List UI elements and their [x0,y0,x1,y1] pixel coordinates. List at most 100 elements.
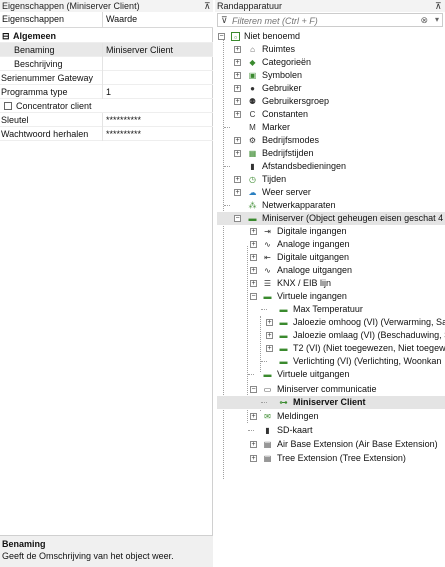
clock-icon: ◷ [249,175,256,184]
tree-node-operating-times[interactable]: + ▦ Bedrijfstijden [217,147,445,160]
tree-node-miniserver[interactable]: − ▬ Miniserver (Object geheugen eisen ge… [217,212,445,225]
gear-icon: ⚙ [248,136,257,145]
filter-dropdown-icon[interactable]: ▾ [435,15,439,24]
pin-icon[interactable]: ⊼ [435,0,442,12]
tree-node-marker[interactable]: M Marker [217,121,445,134]
property-group-general[interactable]: ⊟ Algemeen [0,29,213,43]
tree-node-air-base-extension[interactable]: + ▤ Air Base Extension (Air Base Extensi… [217,438,445,451]
expand-icon[interactable]: + [266,345,273,352]
tree-node-label: Bedrijfstijden [262,148,314,158]
property-value-name[interactable]: Miniserver Client [106,43,173,57]
column-header-value[interactable]: Waarde [106,14,137,24]
expand-icon[interactable]: + [250,441,257,448]
tree-node-knx[interactable]: + ☰ KNX / EIB lijn [217,277,445,290]
filter-icon: ⊽ [221,15,228,25]
tree-node-virtual-input-item[interactable]: + ▬ Jaloezie omlaag (VI) (Beschaduwing, … [217,329,445,342]
project-icon: ▫ [231,32,240,42]
property-row-serial-gateway[interactable]: Serienummer Gateway [0,71,213,85]
expand-icon[interactable]: + [234,46,241,53]
expand-icon[interactable]: + [250,254,257,261]
tree-node-analog-outputs[interactable]: + ∿ Analoge uitgangen [217,264,445,277]
property-value-repeat-password[interactable]: ********** [106,127,141,141]
clear-filter-icon[interactable]: ⊗ [420,15,428,26]
collapse-icon[interactable]: ⊟ [2,29,10,43]
tree-node-miniserver-communication[interactable]: − ▭ Miniserver communicatie [217,383,445,396]
expand-icon[interactable]: + [266,319,273,326]
miniserver-icon: ▬ [248,214,257,223]
tree-node-user[interactable]: + ● Gebruiker [217,82,445,95]
property-row-name[interactable]: Benaming Miniserver Client [0,43,213,57]
expand-icon[interactable]: + [234,189,241,196]
notification-icon: ✉ [264,412,271,421]
property-row-repeat-password[interactable]: Wachtwoord herhalen ********** [0,127,213,141]
tree-node-virtual-input-item[interactable]: + ▬ T2 (VI) (Niet toegewezen, Niet toege… [217,342,445,355]
expand-icon[interactable]: + [250,228,257,235]
tree-node-categories[interactable]: + ◆ Categorieën [217,56,445,69]
property-row-description[interactable]: Beschrijving [0,57,213,71]
tree-node-virtual-inputs[interactable]: − ▬ Virtuele ingangen [217,290,445,303]
concentrator-client-checkbox[interactable] [4,102,12,110]
tree-node-root[interactable]: − ▫ Niet benoemd [217,30,445,43]
expand-icon[interactable]: + [250,413,257,420]
expand-icon[interactable]: + [250,280,257,287]
tree-node-miniserver-client[interactable]: ⊶ Miniserver Client [217,396,445,409]
users-icon: ⚉ [248,97,257,106]
pin-icon[interactable]: ⊼ [204,0,211,12]
collapse-icon[interactable]: − [250,386,257,393]
expand-icon[interactable]: + [234,111,241,118]
tree-node-label: Digitale uitgangen [277,252,350,262]
tree-node-digital-inputs[interactable]: + ⇥ Digitale ingangen [217,225,445,238]
collapse-icon[interactable]: − [218,33,225,40]
virtual-item-icon: ▬ [279,318,288,327]
expand-icon[interactable]: + [234,150,241,157]
tree-node-sd-card[interactable]: ▮ SD-kaart [217,424,445,437]
tree-node-operating-modes[interactable]: + ⚙ Bedrijfsmodes [217,134,445,147]
tree-node-digital-outputs[interactable]: + ⇤ Digitale uitgangen [217,251,445,264]
property-value-program-type[interactable]: 1 [106,85,111,99]
expand-icon[interactable]: + [266,332,273,339]
tree-node-virtual-input-item[interactable]: + ▬ Jaloezie omhoog (VI) (Verwarming, Sa [217,316,445,329]
tree-node-virtual-input-item[interactable]: ▬ Verlichting (VI) (Verlichting, Woonkan [217,355,445,368]
tree-node-analog-inputs[interactable]: + ∿ Analoge ingangen [217,238,445,251]
tree-node-virtual-outputs[interactable]: ▬ Virtuele uitgangen [217,368,445,381]
expand-icon[interactable]: + [250,241,257,248]
collapse-icon[interactable]: − [250,293,257,300]
tree-node-symbols[interactable]: + ▣ Symbolen [217,69,445,82]
property-value-key[interactable]: ********** [106,113,141,127]
tree-node-constants[interactable]: + C Constanten [217,108,445,121]
virtual-item-icon: ▬ [279,357,288,366]
expand-icon[interactable]: + [234,137,241,144]
property-row-concentrator-client[interactable]: Concentrator client [0,99,213,113]
calendar-icon: ▦ [248,149,257,158]
tree-node-label: Gebruiker [262,83,302,93]
properties-panel: Eigenschappen (Miniserver Client) ⊼ Eige… [0,0,213,567]
filter-input[interactable] [232,15,412,26]
collapse-icon[interactable]: − [234,215,241,222]
tree-node-times[interactable]: + ◷ Tijden [217,173,445,186]
tree-node-virtual-input-item[interactable]: ▬ Max Temperatuur [217,303,445,316]
tree-node-label: Air Base Extension (Air Base Extension) [277,439,438,449]
column-header-properties[interactable]: Eigenschappen [2,14,64,24]
expand-icon[interactable]: + [234,98,241,105]
tree-node-weather-server[interactable]: + ☁ Weer server [217,186,445,199]
expand-icon[interactable]: + [250,455,257,462]
tree-node-user-group[interactable]: + ⚉ Gebruikersgroep [217,95,445,108]
sd-card-icon: ▮ [265,426,270,435]
expand-icon[interactable]: + [234,59,241,66]
user-icon: ● [250,84,255,93]
tree-node-notifications[interactable]: + ✉ Meldingen [217,410,445,423]
virtual-item-icon: ▬ [279,331,288,340]
communication-icon: ▭ [263,385,272,394]
tree-node-remotes[interactable]: ▮ Afstandsbedieningen [217,160,445,173]
expand-icon[interactable]: + [234,176,241,183]
tree-node-rooms[interactable]: + ⌂ Ruimtes [217,43,445,56]
expand-icon[interactable]: + [234,72,241,79]
tree-node-tree-extension[interactable]: + ▤ Tree Extension (Tree Extension) [217,452,445,465]
tree-node-network-devices[interactable]: ⁂ Netwerkapparaten [217,199,445,212]
virtual-output-icon: ▬ [263,370,272,379]
expand-icon[interactable]: + [234,85,241,92]
property-row-program-type[interactable]: Programma type 1 [0,85,213,99]
property-row-key[interactable]: Sleutel ********** [0,113,213,127]
expand-icon[interactable]: + [250,267,257,274]
tree-node-label: Gebruikersgroep [262,96,330,106]
